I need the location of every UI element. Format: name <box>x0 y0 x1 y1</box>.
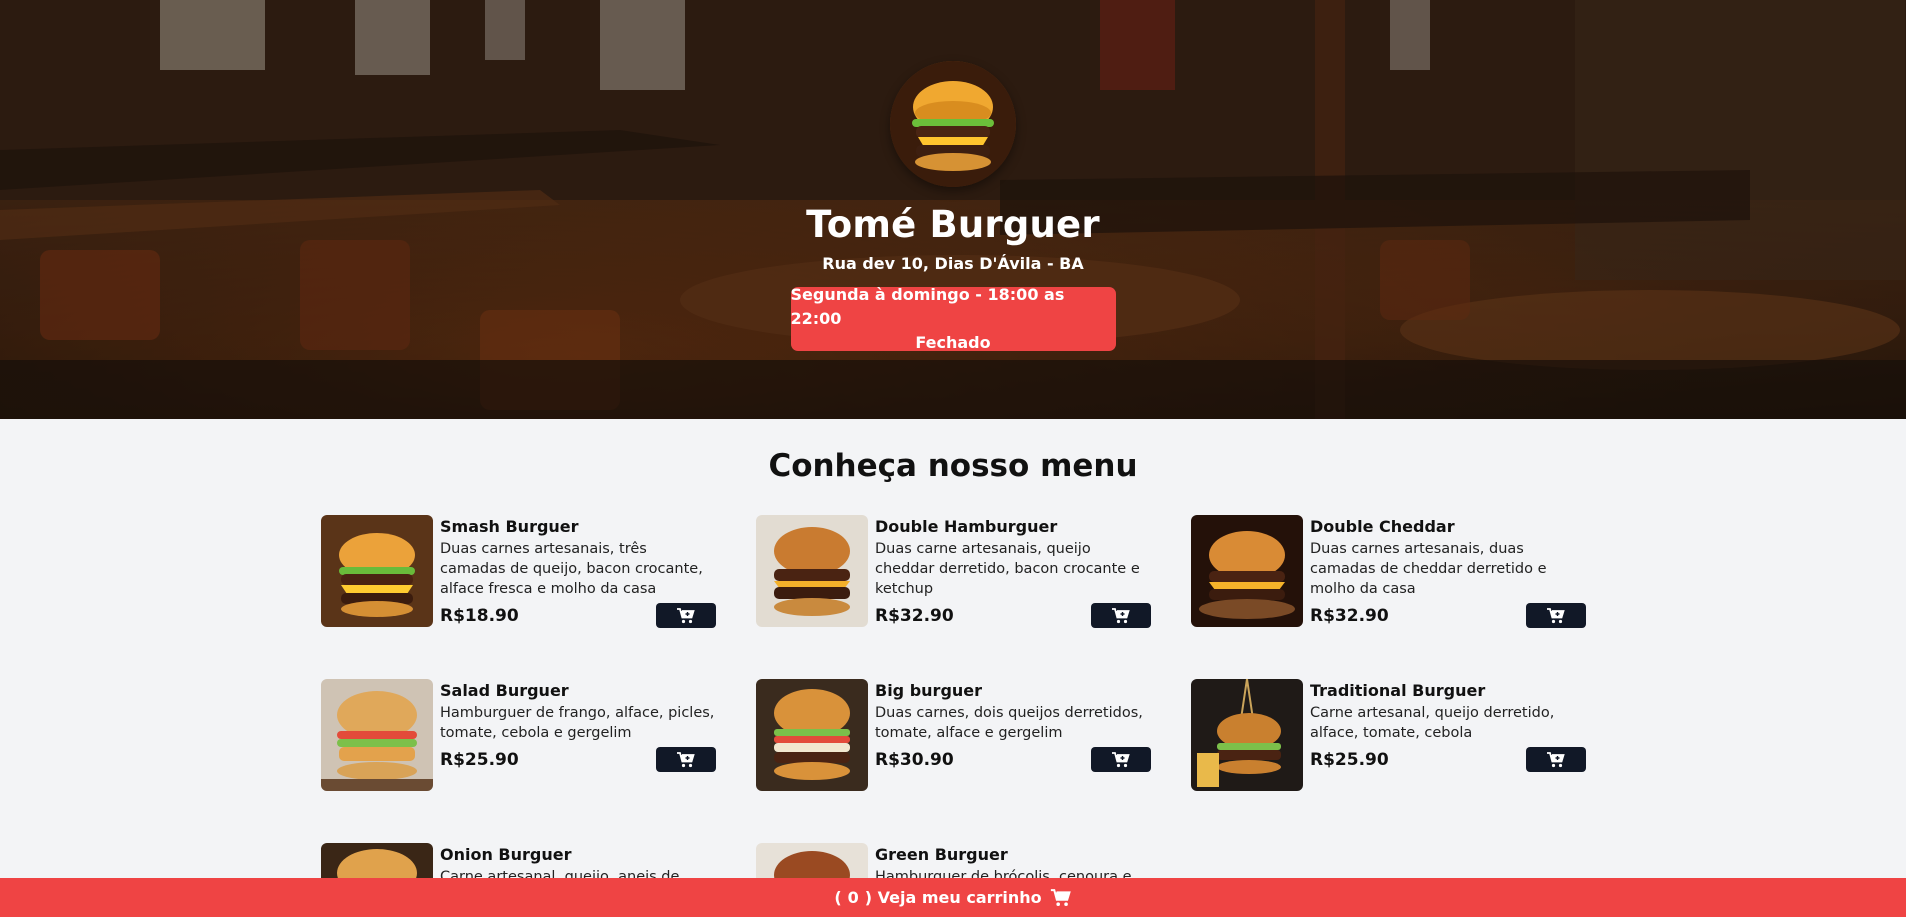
status-badge: Fechado <box>915 333 991 352</box>
cart-count: 0 <box>847 888 859 907</box>
menu-item-name: Big burguer <box>875 681 983 700</box>
menu-item-name: Smash Burguer <box>440 517 579 536</box>
menu-item-footer: R$25.90 <box>440 747 716 772</box>
menu-item-name: Double Cheddar <box>1310 517 1455 536</box>
menu-item-name: Green Burguer <box>875 845 1008 864</box>
menu-item-description: Duas carnes, dois queijos derretidos, to… <box>875 705 1143 741</box>
menu-item-footer: R$32.90 <box>875 603 1151 628</box>
cart-plus-icon <box>1547 751 1565 767</box>
menu-title: Conheça nosso menu <box>768 448 1138 484</box>
add-to-cart-button[interactable] <box>1526 603 1586 628</box>
menu-item-info: Traditional Burguer Carne artesanal, que… <box>1310 679 1586 791</box>
menu-item-description: Duas carne artesanais, queijo cheddar de… <box>875 541 1140 597</box>
cart-plus-icon <box>1547 607 1565 623</box>
menu-item-image <box>756 515 868 627</box>
menu-item-description: Carne artesanal, queijo derretido, alfac… <box>1310 705 1555 741</box>
menu-item-footer: R$30.90 <box>875 747 1151 772</box>
menu-item: Double Cheddar Duas carnes artesanais, d… <box>1191 515 1586 628</box>
hero-banner: Tomé Burguer Rua dev 10, Dias D'Ávila - … <box>0 0 1906 419</box>
opening-hours-badge: Segunda à domingo - 18:00 as 22:00 Fecha… <box>790 285 1116 352</box>
menu-item-image <box>321 679 433 791</box>
menu-item-footer: R$25.90 <box>1310 747 1586 772</box>
cart-plus-icon <box>677 607 695 623</box>
restaurant-address: Rua dev 10, Dias D'Ávila - BA <box>822 254 1084 273</box>
restaurant-name: Tomé Burguer <box>806 203 1100 246</box>
menu-item: Traditional Burguer Carne artesanal, que… <box>1191 679 1586 791</box>
menu-item-description: Duas carnes artesanais, três camadas de … <box>440 541 703 597</box>
add-to-cart-button[interactable] <box>656 747 716 772</box>
cart-open-paren: ( <box>834 888 842 907</box>
menu-item-price: R$32.90 <box>1310 605 1389 626</box>
view-cart-label: ) Veja meu carrinho <box>864 888 1042 907</box>
opening-hours-text: Segunda à domingo - 18:00 as 22:00 <box>790 285 1065 328</box>
cart-plus-icon <box>677 751 695 767</box>
menu-item-image <box>756 679 868 791</box>
menu-item: Big burguer Duas carnes, dois queijos de… <box>756 679 1151 791</box>
menu-item: Smash Burguer Duas carnes artesanais, tr… <box>321 515 716 628</box>
menu-item: Double Hamburguer Duas carne artesanais,… <box>756 515 1151 628</box>
cart-plus-icon <box>1112 751 1130 767</box>
menu-item-description: Hamburguer de frango, alface, picles, to… <box>440 705 715 741</box>
menu-item-name: Onion Burguer <box>440 845 572 864</box>
menu-item-price: R$30.90 <box>875 749 954 770</box>
burger-logo-icon <box>890 61 1016 187</box>
cart-plus-icon <box>1112 607 1130 623</box>
menu-item-info: Salad Burguer Hamburguer de frango, alfa… <box>440 679 716 791</box>
menu-item-info: Smash Burguer Duas carnes artesanais, tr… <box>440 515 716 628</box>
menu-item-name: Double Hamburguer <box>875 517 1058 536</box>
view-cart-button[interactable]: ( 0 ) Veja meu carrinho <box>0 878 1906 917</box>
menu-item-info: Double Hamburguer Duas carne artesanais,… <box>875 515 1151 628</box>
menu-item-image <box>1191 679 1303 791</box>
menu-item-name: Salad Burguer <box>440 681 569 700</box>
menu-item-description: Duas carnes artesanais, duas camadas de … <box>1310 541 1547 597</box>
add-to-cart-button[interactable] <box>656 603 716 628</box>
add-to-cart-button[interactable] <box>1526 747 1586 772</box>
menu-item-price: R$32.90 <box>875 605 954 626</box>
menu-item-name: Traditional Burguer <box>1310 681 1486 700</box>
menu-item-price: R$25.90 <box>1310 749 1389 770</box>
menu-item-image <box>1191 515 1303 627</box>
menu-item-info: Double Cheddar Duas carnes artesanais, d… <box>1310 515 1586 628</box>
menu-item: Salad Burguer Hamburguer de frango, alfa… <box>321 679 716 791</box>
menu-item-footer: R$18.90 <box>440 603 716 628</box>
add-to-cart-button[interactable] <box>1091 747 1151 772</box>
menu-item-image <box>321 515 433 627</box>
cart-icon <box>1050 888 1071 906</box>
menu-item-info: Big burguer Duas carnes, dois queijos de… <box>875 679 1151 791</box>
hero-content: Tomé Burguer Rua dev 10, Dias D'Ávila - … <box>0 0 1906 419</box>
menu-item-footer: R$32.90 <box>1310 603 1586 628</box>
menu-item-price: R$25.90 <box>440 749 519 770</box>
add-to-cart-button[interactable] <box>1091 603 1151 628</box>
menu-item-price: R$18.90 <box>440 605 519 626</box>
menu-grid: Smash Burguer Duas carnes artesanais, tr… <box>321 515 1586 917</box>
